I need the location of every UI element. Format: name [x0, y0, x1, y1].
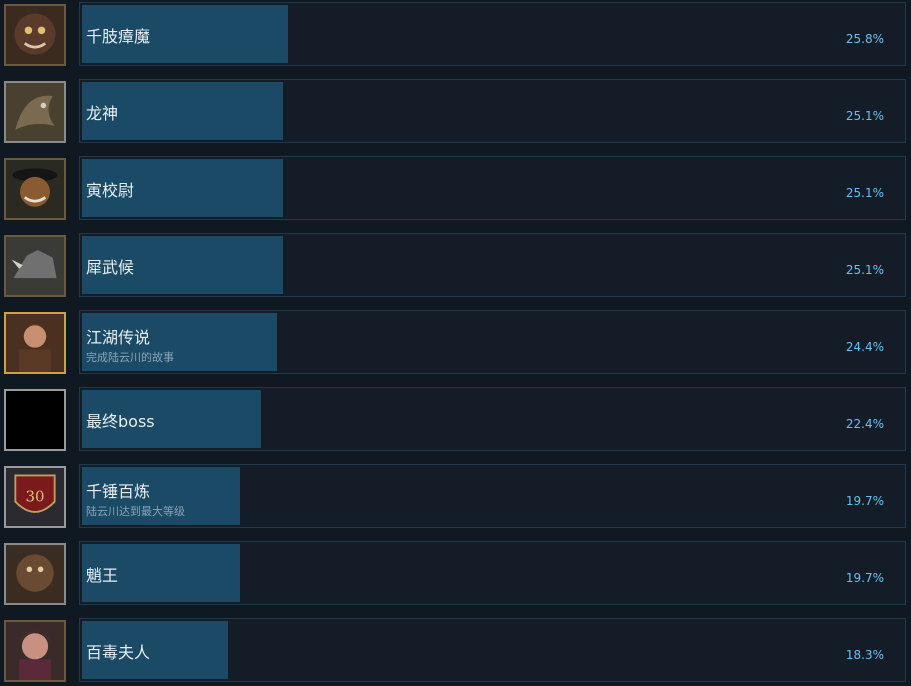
achievement-row[interactable]: 百毒夫人 18.3% [0, 618, 911, 684]
achievement-row[interactable]: 30 千锤百炼陆云川达到最大等级 19.7% [0, 464, 911, 530]
achievement-title: 龙神 [86, 104, 119, 123]
achievement-title: 千肢瘴魔 [86, 27, 151, 46]
progress-bar: 千锤百炼陆云川达到最大等级 19.7% [79, 464, 906, 528]
unlock-percentage: 25.8% [845, 32, 884, 46]
achievement-title: 犀武候 [86, 258, 135, 277]
unlock-percentage: 25.1% [845, 109, 884, 123]
achievement-title: 最终boss [86, 412, 155, 431]
unlock-percentage: 22.4% [845, 417, 884, 431]
progress-bar: 龙神 25.1% [79, 79, 906, 143]
poison-lady-icon [4, 620, 66, 682]
progress-bar: 百毒夫人 18.3% [79, 618, 906, 682]
progress-bar: 犀武候 25.1% [79, 233, 906, 297]
rhino-general-icon [4, 235, 66, 297]
level-30-shield-icon: 30 [4, 466, 66, 528]
achievement-title: 百毒夫人 [86, 643, 151, 662]
achievement-row[interactable]: 犀武候 25.1% [0, 233, 911, 299]
achievement-title: 江湖传说 [86, 328, 151, 347]
achievement-title: 寅校尉 [86, 181, 135, 200]
achievement-title: 魈王 [86, 566, 119, 585]
hidden-achievement-icon [4, 389, 66, 451]
achievement-description: 陆云川达到最大等级 [86, 505, 185, 518]
achievement-row[interactable]: 最终boss 22.4% [0, 387, 911, 453]
svg-text:30: 30 [25, 488, 44, 506]
hero-portrait-icon [4, 312, 66, 374]
mandrill-king-icon [4, 543, 66, 605]
progress-bar: 千肢瘴魔 25.8% [79, 2, 906, 66]
achievement-list: 千肢瘴魔 25.8% 龙神 25.1% 寅校尉 25.1% 犀武候 25.1% 江湖传说完成陆云… [0, 0, 911, 686]
achievement-row[interactable]: 寅校尉 25.1% [0, 156, 911, 222]
achievement-row[interactable]: 千肢瘴魔 25.8% [0, 2, 911, 68]
unlock-percentage: 19.7% [845, 494, 884, 508]
achievement-row[interactable]: 龙神 25.1% [0, 79, 911, 145]
progress-bar: 江湖传说完成陆云川的故事 24.4% [79, 310, 906, 374]
dragon-god-icon [4, 81, 66, 143]
demon-face-icon [4, 4, 66, 66]
progress-bar: 寅校尉 25.1% [79, 156, 906, 220]
unlock-percentage: 19.7% [845, 571, 884, 585]
unlock-percentage: 25.1% [845, 186, 884, 200]
unlock-percentage: 25.1% [845, 263, 884, 277]
achievement-description: 完成陆云川的故事 [86, 351, 174, 364]
unlock-percentage: 24.4% [845, 340, 884, 354]
tiger-captain-icon [4, 158, 66, 220]
achievement-row[interactable]: 魈王 19.7% [0, 541, 911, 607]
achievement-title: 千锤百炼 [86, 482, 151, 501]
achievement-row[interactable]: 江湖传说完成陆云川的故事 24.4% [0, 310, 911, 376]
progress-bar: 魈王 19.7% [79, 541, 906, 605]
progress-bar: 最终boss 22.4% [79, 387, 906, 451]
unlock-percentage: 18.3% [845, 648, 884, 662]
